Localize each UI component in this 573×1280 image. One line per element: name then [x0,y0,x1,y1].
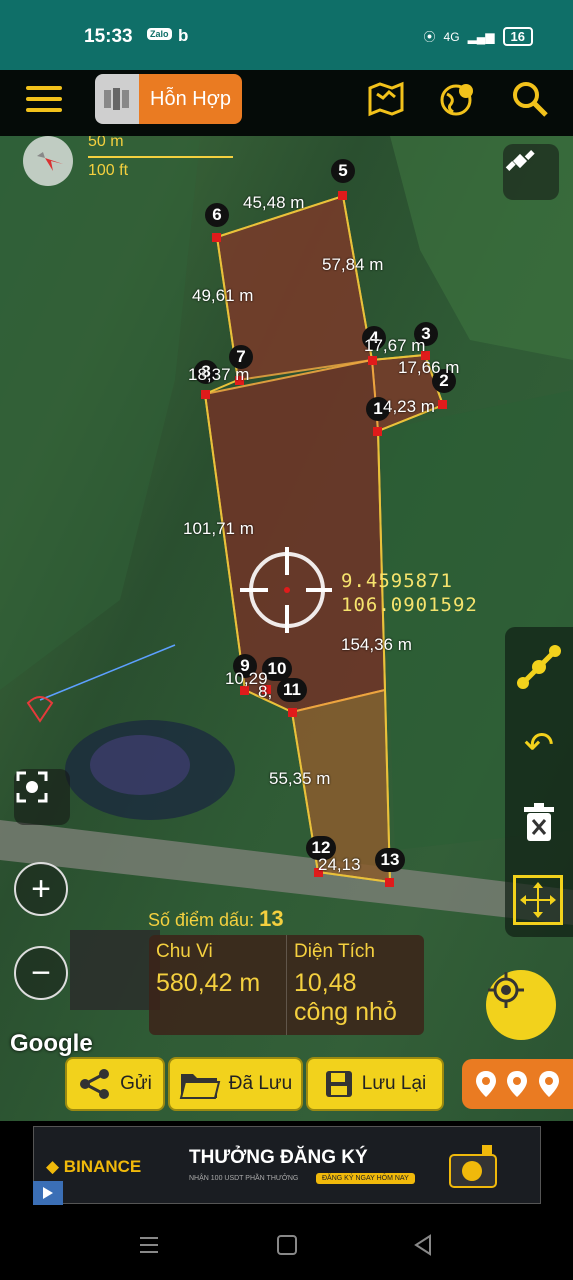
coordinates-readout: 9.4595871 106.0901592 [341,569,478,617]
fit-bounds-button[interactable] [513,875,563,925]
points-count: Số điểm dấu: 13 [148,906,284,932]
system-nav-bar [0,1209,573,1280]
satellite-icon [505,150,535,171]
ad-banner[interactable]: ◆ BINANCE THƯỞNG ĐĂNG KÝ NHẬN 100 USDT P… [0,1121,573,1209]
compass-button[interactable] [23,136,73,186]
globe-pin-icon[interactable] [438,80,478,120]
capture-icon [16,771,48,803]
locate-icon [488,972,524,1008]
google-logo: Google [10,1030,93,1057]
distance-label: 18,37 m [188,365,250,384]
pin-icon [475,1071,496,1097]
ad-graphic-icon [444,1139,506,1194]
minus-icon: − [31,953,51,992]
delete-button[interactable] [511,795,567,851]
saved-label: Đã Lưu [228,1073,293,1094]
ad-subtext: NHẬN 100 USDT PHẦN THƯỞNG [189,1175,299,1182]
map-mode-toggle[interactable]: Hỗn Hợp [95,74,242,124]
stats-panel: Chu Vi 580,42 m Diện Tích 10,48 công nhỏ [149,935,424,1035]
pin-icon [539,1071,560,1097]
point-label: 6 [205,203,229,227]
point-label: 5 [331,159,355,183]
distance-label: 8, [258,682,273,701]
ad-headline: THƯỞNG ĐĂNG KÝ [189,1147,368,1168]
map-layers-icon[interactable] [366,80,406,120]
points-count-value: 13 [259,906,284,931]
zoom-out-button[interactable]: − [14,946,68,1000]
point-label: 13 [375,848,405,872]
floppy-disk-icon [325,1071,352,1097]
undo-icon[interactable]: ↶ [511,717,567,773]
ad-brand: BINANCE [63,1157,142,1176]
distance-label: 17,66 m [398,358,460,377]
binance-logo: ◆ BINANCE [46,1157,142,1176]
saved-button[interactable]: Đã Lưu [168,1057,303,1111]
battery-icon: 16 [502,27,533,46]
scale-bottom-label: 100 ft [88,162,129,179]
area-value: 10,48 [294,969,357,997]
expand-icon [520,882,556,918]
b-app-icon: b [178,26,189,45]
ad-content[interactable]: ◆ BINANCE THƯỞNG ĐĂNG KÝ NHẬN 100 USDT P… [33,1126,541,1205]
home-icon[interactable] [277,1235,297,1255]
pin-icon [507,1071,528,1097]
perimeter-stat: Chu Vi 580,42 m [149,935,287,1035]
back-icon[interactable] [412,1233,434,1257]
location-icon: ⦿ [423,30,436,44]
distance-label: 154,36 m [341,635,412,654]
distance-label: 45,48 m [243,193,305,212]
trash-icon [524,803,554,841]
latitude: 9.4595871 [341,570,453,592]
zalo-icon: Zalo [147,28,172,40]
longitude: 106.0901592 [341,594,478,616]
polyline-tool-button[interactable] [511,637,567,693]
folder-icon [179,1074,221,1099]
search-icon[interactable] [510,80,550,120]
network-label: 4G [443,29,460,44]
status-time: 15:33 [84,26,133,47]
screenshot-button[interactable] [14,769,70,825]
plus-icon: + [31,869,51,908]
top-toolbar: Hỗn Hợp [0,70,573,136]
area-label: Diện Tích [294,941,375,962]
distance-label: 4,23 m [383,397,435,416]
distance-label: 55,35 m [269,769,331,788]
status-icons: ⦿ 4G ▂▄▆ 16 [424,27,533,46]
map-view[interactable]: 50 m 100 ft 1 2 3 4 5 6 7 8 9 10 11 12 1… [0,136,573,1121]
scale-line [88,152,233,158]
satellite-button[interactable] [503,144,559,200]
send-label: Gửi [120,1073,152,1094]
status-bar: 15:33 Zalo b ⦿ 4G ▂▄▆ 16 [0,0,573,70]
ad-choices-icon[interactable] [33,1181,63,1205]
zoom-in-button[interactable]: + [14,862,68,916]
recents-icon[interactable] [138,1235,160,1255]
distance-label: 49,61 m [192,286,254,305]
ad-cta[interactable]: ĐĂNG KÝ NGAY HÔM NAY [316,1173,415,1184]
save-button[interactable]: Lưu Lại [306,1057,444,1111]
distance-label: 24,13 [318,855,361,874]
pins-button[interactable] [462,1059,573,1109]
share-icon [80,1069,110,1099]
distance-label: 57,84 m [322,255,384,274]
scale-bar: 50 m 100 ft [88,136,233,180]
perimeter-value: 580,42 m [156,969,261,997]
map-type-icon [95,74,139,124]
distance-label: 17,67 m [364,336,426,355]
edit-tools-panel: ↶ [505,627,573,937]
signal-icon: ▂▄▆ [467,29,495,44]
save-label: Lưu Lại [361,1073,427,1094]
distance-label: 101,71 m [183,519,254,538]
point-label: 11 [277,678,307,702]
scale-top-label: 50 m [88,136,124,150]
area-unit: công nhỏ [294,998,397,1026]
polyline-icon [517,645,561,689]
send-button[interactable]: Gửi [65,1057,165,1111]
map-mode-label: Hỗn Hợp [139,74,242,124]
area-stat: Diện Tích 10,48 công nhỏ [287,935,424,1035]
my-location-button[interactable] [486,970,556,1040]
menu-icon[interactable] [26,86,62,114]
perimeter-label: Chu Vi [156,941,213,962]
points-count-label: Số điểm dấu: [148,910,255,930]
